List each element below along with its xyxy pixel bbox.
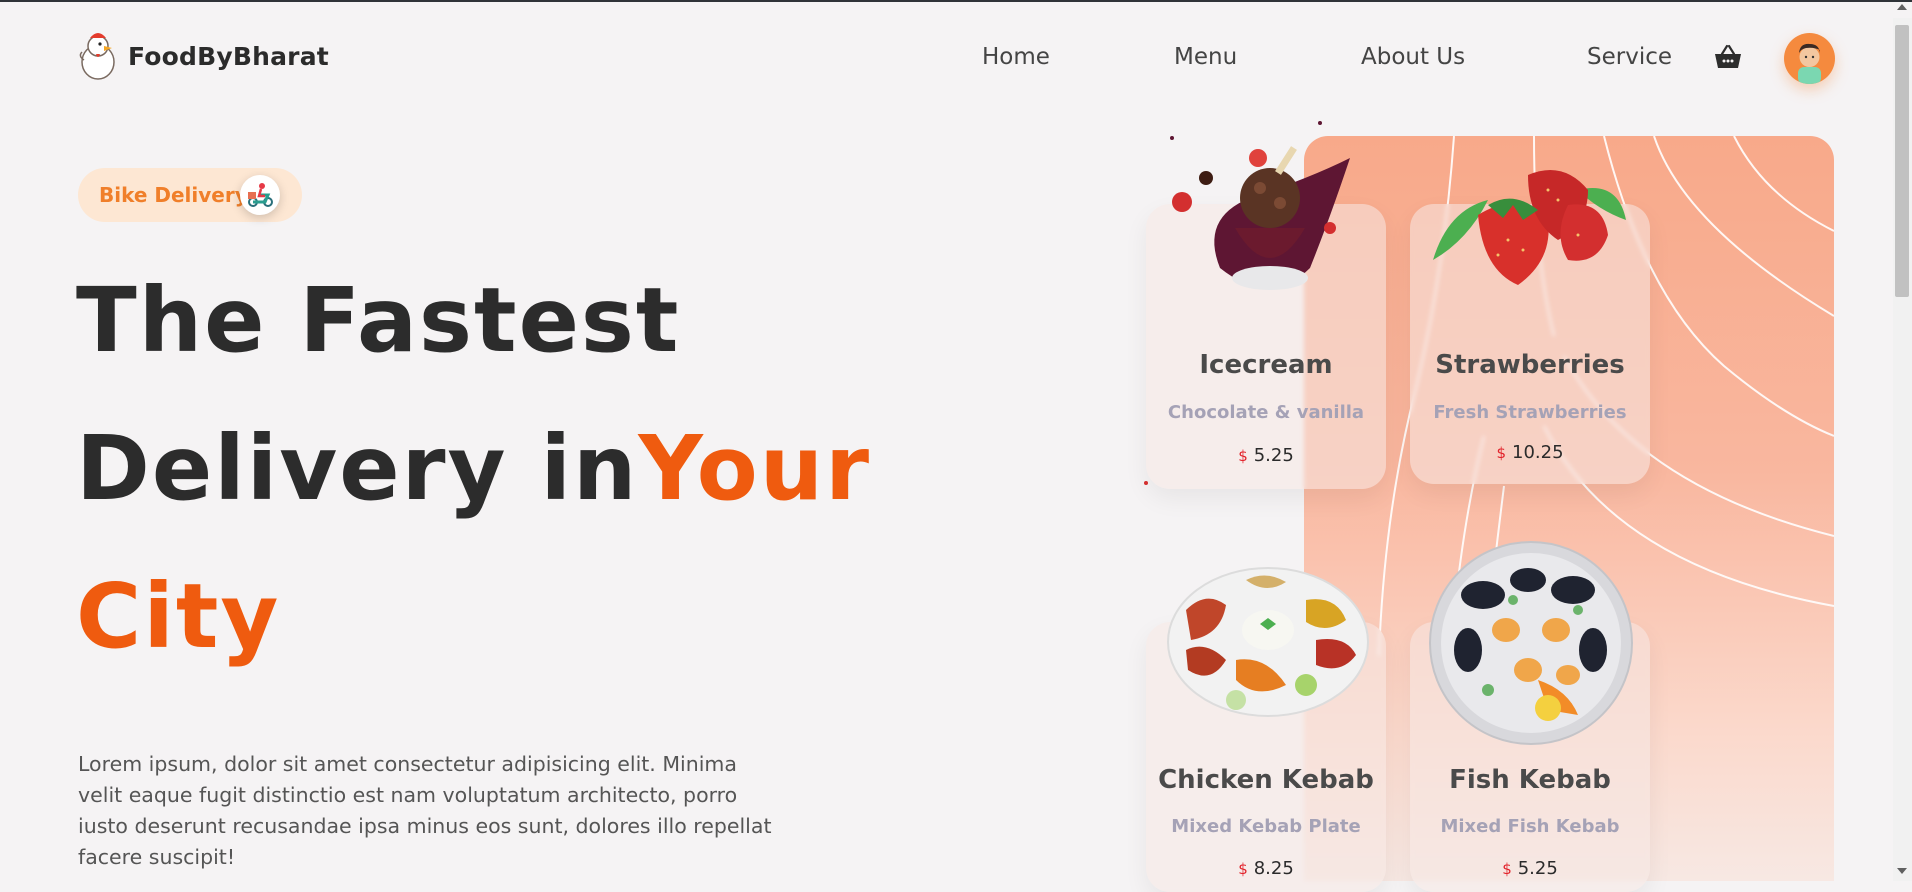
currency-symbol: $ (1502, 860, 1512, 878)
fish-kebab-image (1429, 541, 1633, 745)
price-value: 5.25 (1253, 445, 1294, 466)
bike-delivery-badge: Bike Delivery (78, 168, 302, 222)
menu-card-title: Chicken Kebab (1158, 765, 1374, 795)
hero-title-line2: Delivery inYour (76, 424, 871, 513)
menu-card-title: Icecream (1199, 350, 1333, 380)
menu-card-price: $8.25 (1146, 858, 1386, 879)
basket-icon[interactable] (1713, 42, 1743, 72)
menu-card-price: $10.25 (1410, 442, 1650, 463)
nav-about-us[interactable]: About Us (1361, 44, 1465, 70)
price-value: 10.25 (1512, 442, 1564, 463)
user-avatar-icon (1798, 43, 1821, 84)
price-value: 5.25 (1517, 858, 1558, 879)
scooter-delivery-icon (240, 175, 280, 215)
menu-card-subtitle: Mixed Fish Kebab (1440, 816, 1620, 837)
strawberries-image (1433, 170, 1626, 285)
chicken-kebab-image (1167, 567, 1369, 717)
menu-card-subtitle: Mixed Kebab Plate (1171, 816, 1361, 837)
chicken-chef-logo-icon (79, 33, 115, 80)
hero-title-line3: City (76, 564, 281, 668)
scrollbar-thumb[interactable] (1895, 25, 1909, 297)
hero-description: Lorem ipsum, dolor sit amet consectetur … (78, 751, 772, 869)
brand[interactable]: FoodByBharat (78, 30, 329, 82)
hero-title-line2-dark: Delivery in (76, 416, 639, 520)
currency-symbol: $ (1496, 444, 1506, 462)
menu-card-price: $5.25 (1146, 445, 1386, 466)
nav-menu[interactable]: Menu (1174, 44, 1237, 70)
scroll-down-arrow-icon[interactable] (1897, 868, 1907, 874)
menu-card-subtitle: Chocolate & vanilla (1167, 402, 1365, 423)
decor-dot (1144, 481, 1148, 485)
menu-card-title: Fish Kebab (1449, 765, 1611, 795)
hero-title-line2-orange: Your (638, 416, 872, 520)
hero-title-line1: The Fastest (76, 268, 681, 372)
currency-symbol: $ (1238, 447, 1248, 465)
currency-symbol: $ (1238, 860, 1248, 878)
menu-card-price: $5.25 (1410, 858, 1650, 879)
bike-delivery-label: Bike Delivery (99, 183, 248, 207)
nav-home[interactable]: Home (982, 44, 1050, 70)
menu-card-subtitle: Fresh Strawberries (1433, 402, 1627, 423)
nav-service[interactable]: Service (1587, 44, 1672, 70)
price-value: 8.25 (1253, 858, 1294, 879)
brand-name: FoodByBharat (128, 41, 329, 71)
window-top-border (0, 0, 1912, 2)
menu-card-title: Strawberries (1435, 350, 1625, 380)
user-avatar[interactable] (1784, 33, 1835, 84)
icecream-image (1170, 121, 1350, 290)
scroll-up-arrow-icon[interactable] (1897, 4, 1907, 10)
